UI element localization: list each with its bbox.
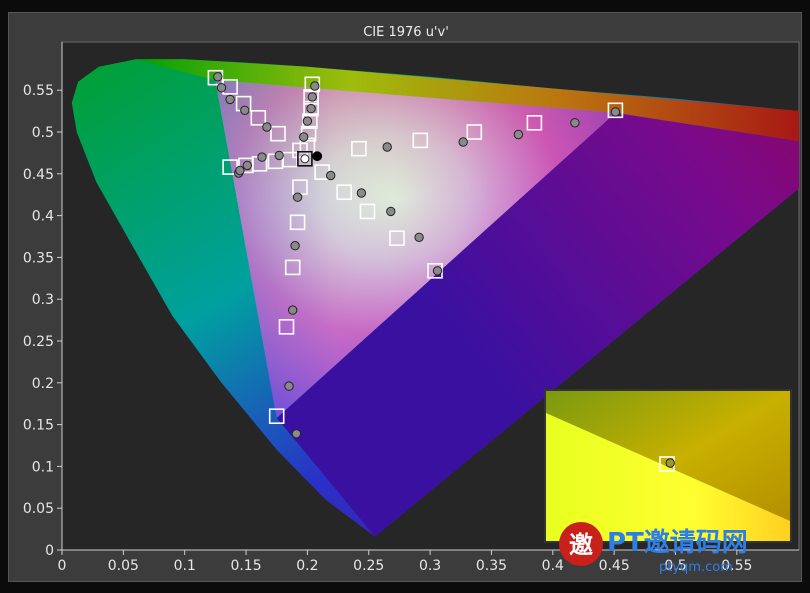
y-tick-label-11: 0.55 [23, 83, 54, 99]
x-tick-label-6: 0.3 [419, 558, 441, 574]
watermark-badge-char: 邀 [569, 531, 593, 559]
x-tick-label-0: 0 [58, 558, 67, 574]
watermark-url: ptyqm.com [659, 560, 733, 575]
y-tick-label-8: 0.4 [32, 209, 54, 225]
zoom-inset [544, 389, 792, 543]
measured-point-22 [288, 305, 298, 315]
chart-frame: CIE 1976 u'v' 0 0.05 0.1 0.15 0.2 0.25 0.3 0.35… [8, 12, 802, 582]
measured-point-1 [216, 83, 227, 93]
measured-point-15 [326, 170, 336, 181]
cie-chart: CIE 1976 u'v' 0 0.05 0.1 0.15 0.2 0.25 0.3 0.35… [23, 25, 800, 575]
measured-point-4 [262, 122, 272, 132]
measured-point-25 [382, 142, 392, 152]
measured-point-8 [306, 103, 316, 114]
y-tick-label-5: 0.25 [23, 334, 54, 350]
measured-point-5 [299, 132, 309, 142]
x-tick-label-9: 0.45 [599, 558, 630, 574]
y-tick-label-7: 0.35 [23, 250, 54, 266]
measured-point-24 [291, 429, 302, 439]
x-tick-label-1: 0.05 [108, 558, 139, 574]
x-tick-label-4: 0.2 [296, 558, 318, 574]
target-white-dot [300, 154, 310, 164]
measured-point-21 [290, 241, 300, 251]
measured-point-27 [513, 129, 524, 140]
measured-point-0 [213, 72, 223, 82]
measured-point-23 [284, 381, 294, 391]
measured-point-18 [414, 232, 424, 243]
measured-point-12 [242, 160, 253, 171]
watermark-brand: PT邀请码网 [607, 528, 748, 558]
measured-point-19 [432, 266, 443, 276]
measured-point-13 [257, 152, 267, 162]
inset-measured-point [665, 458, 675, 468]
measured-point-16 [356, 188, 367, 198]
measured-point-14 [274, 150, 284, 161]
y-tick-label-0: 0 [45, 543, 54, 559]
measured-point-20 [292, 192, 303, 202]
measured-point-11 [235, 165, 245, 176]
measured-point-2 [225, 94, 235, 105]
x-tick-label-3: 0.15 [230, 558, 261, 574]
y-tick-label-3: 0.15 [23, 418, 54, 434]
measured-point-28 [570, 118, 580, 128]
y-tick-label-10: 0.5 [32, 125, 54, 141]
measured-point-29 [610, 107, 621, 117]
measured-point-17 [386, 206, 396, 217]
chart-title: CIE 1976 u'v' [363, 25, 449, 40]
x-tick-label-8: 0.4 [542, 558, 564, 574]
measured-point-26 [458, 137, 468, 147]
x-tick-label-5: 0.25 [353, 558, 384, 574]
x-tick-label-7: 0.35 [476, 558, 507, 574]
y-tick-label-6: 0.3 [32, 292, 54, 308]
watermark: 邀 PT邀请码网 ptyqm.com [559, 522, 748, 575]
measured-point-6 [310, 81, 320, 91]
measured-white-point [312, 151, 323, 162]
y-tick-label-9: 0.45 [23, 167, 54, 183]
y-tick-label-4: 0.2 [32, 376, 54, 392]
measured-point-3 [240, 105, 250, 116]
y-tick-label-1: 0.05 [23, 501, 54, 517]
y-tick-label-2: 0.1 [32, 459, 54, 475]
measured-point-7 [307, 92, 317, 102]
x-tick-label-2: 0.1 [174, 558, 196, 574]
measured-point-9 [302, 116, 313, 126]
